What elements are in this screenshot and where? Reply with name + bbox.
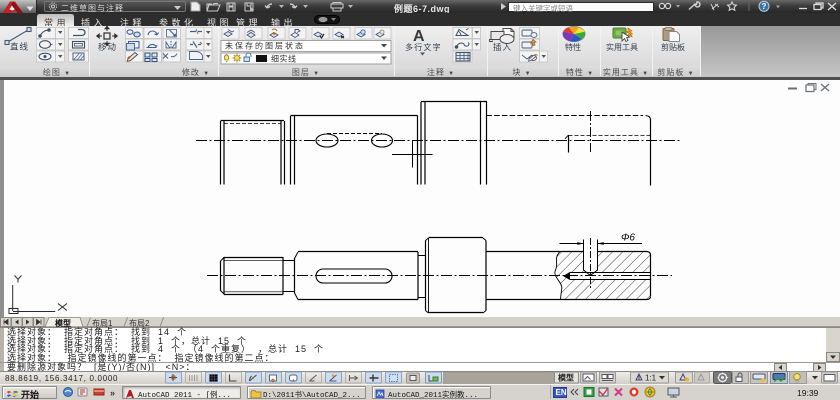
svg-text:模型: 模型	[558, 373, 574, 383]
svg-text:?: ?	[762, 2, 767, 11]
svg-text:1:1: 1:1	[645, 374, 657, 383]
svg-text:细实线: 细实线	[271, 54, 297, 64]
svg-text:实用工具: 实用工具	[606, 42, 638, 52]
svg-text:插入: 插入	[493, 42, 512, 52]
svg-text:移动: 移动	[98, 42, 117, 52]
svg-text:Φ6: Φ6	[621, 233, 635, 244]
svg-text:»: »	[110, 388, 115, 398]
svg-text:特性: 特性	[565, 42, 581, 52]
svg-text:剪贴板: 剪贴板	[661, 42, 685, 52]
svg-text:未保存的图层状态: 未保存的图层状态	[225, 41, 305, 51]
svg-text:直线: 直线	[10, 42, 29, 52]
svg-text:多行文字: 多行文字	[405, 42, 442, 52]
